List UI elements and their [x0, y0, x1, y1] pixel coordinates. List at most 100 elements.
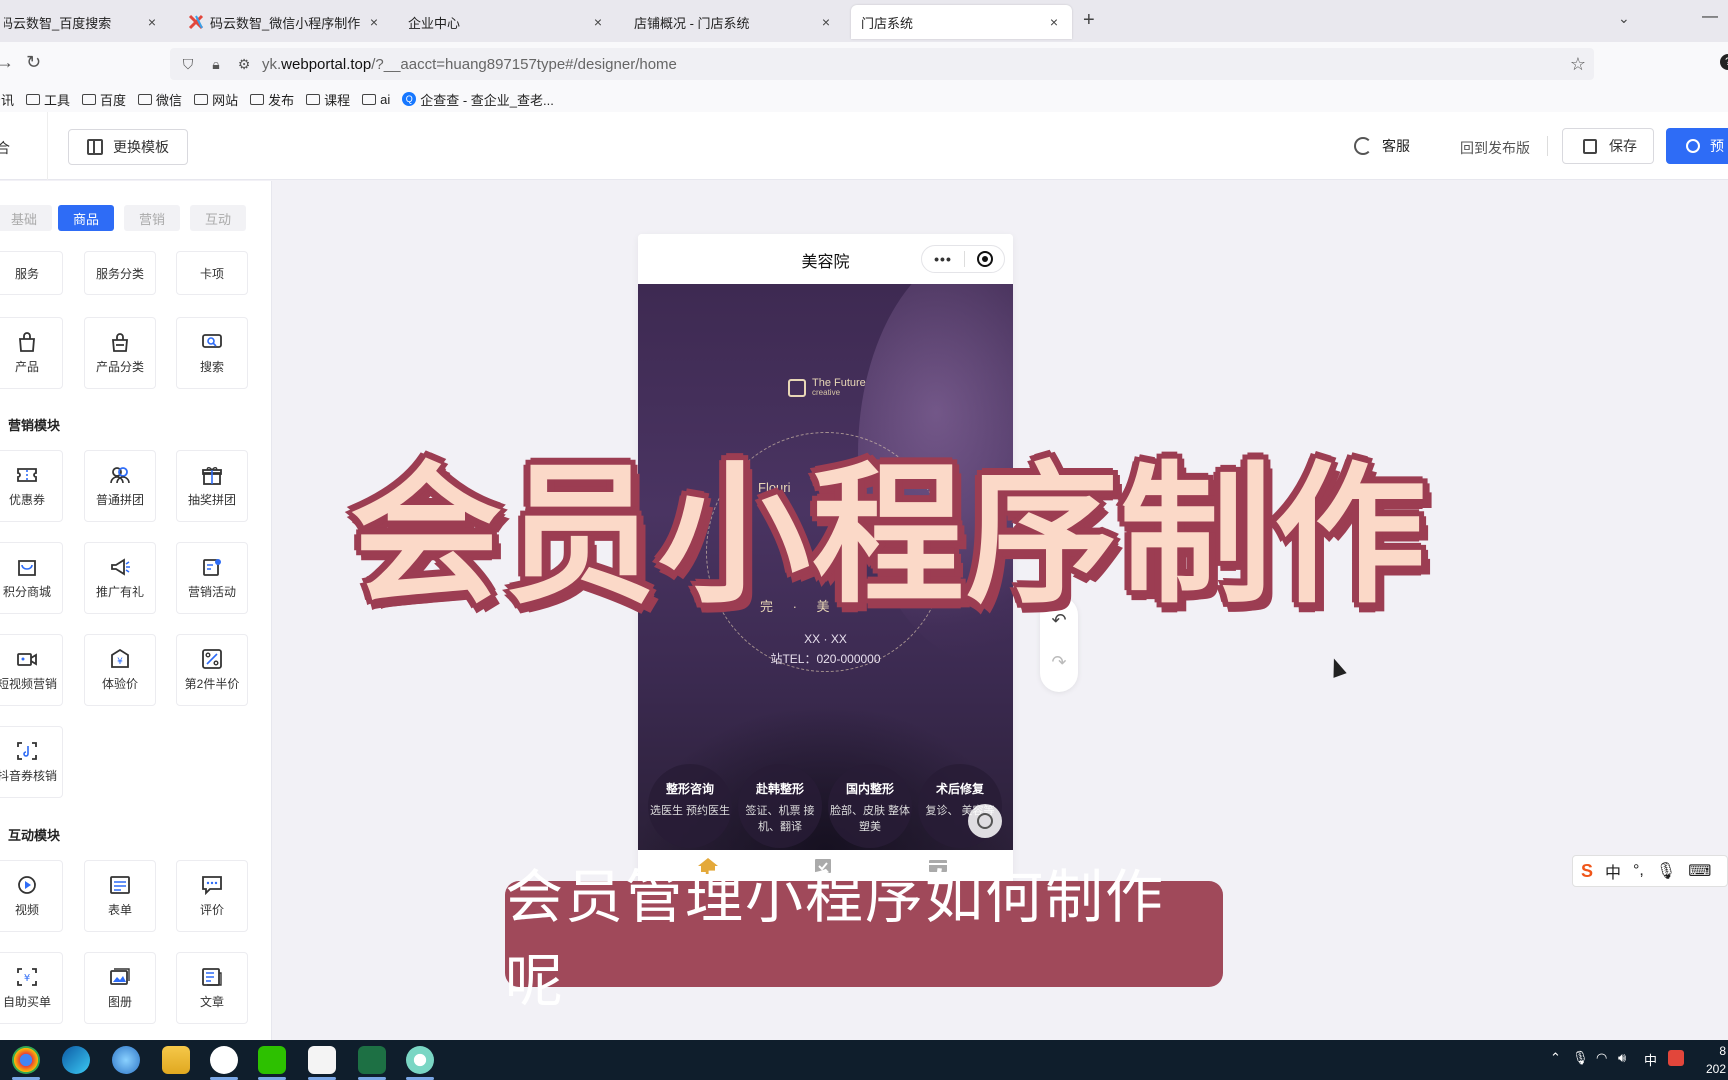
component-service[interactable]: 服务: [0, 251, 63, 295]
url-domain: webportal.top: [281, 55, 372, 73]
bookmark-wechat[interactable]: 微信: [138, 90, 182, 109]
miniapp-capsule[interactable]: •••: [921, 245, 1005, 273]
bookmark-star-icon[interactable]: ☆: [1570, 54, 1586, 75]
component-douyin-coupon[interactable]: 抖音券核销: [0, 726, 63, 798]
new-tab-button[interactable]: +: [1083, 9, 1095, 32]
designer-header: 合 更换模板 客服 回到发布版 保存 预: [0, 112, 1728, 180]
bookmark-baidu[interactable]: 百度: [82, 90, 126, 109]
link-icon: [977, 813, 993, 829]
permissions-icon[interactable]: ⚙︎: [234, 56, 254, 73]
component-self-checkout[interactable]: ¥ 自助买单: [0, 952, 63, 1024]
component-label: 视频: [14, 902, 39, 917]
wechat-icon[interactable]: [258, 1046, 286, 1074]
close-icon[interactable]: ×: [1046, 14, 1062, 30]
qq-icon[interactable]: [210, 1046, 238, 1074]
save-button[interactable]: 保存: [1562, 128, 1654, 164]
record-icon[interactable]: [977, 251, 993, 267]
video-editor-icon[interactable]: [308, 1046, 336, 1074]
component-lottery-group[interactable]: 抽奖拼团: [176, 450, 248, 522]
help-icon[interactable]: ?: [1720, 54, 1728, 70]
service-bubble-consult[interactable]: 整形咨询 选医生 预约医生: [648, 764, 732, 848]
component-label: 卡项: [199, 267, 224, 281]
close-icon[interactable]: ×: [366, 14, 382, 30]
microphone-icon[interactable]: 🎙︎: [1572, 1050, 1589, 1066]
component-service-category[interactable]: 服务分类: [84, 251, 156, 295]
windows-taskbar: ⌃ 🎙︎ ◠ 🔊︎ 中 8 202: [0, 1040, 1728, 1080]
close-icon[interactable]: ×: [590, 14, 606, 30]
ime-toolbar[interactable]: S 中 °, 🎙 ⌨: [1572, 855, 1728, 887]
tab-basic[interactable]: 基础: [0, 205, 52, 231]
keyboard-icon[interactable]: ⌨: [1688, 861, 1711, 881]
bookmark-tools[interactable]: 工具: [26, 90, 70, 109]
tab-enterprise-center[interactable]: 企业中心 ×: [398, 5, 616, 39]
bookmark-news[interactable]: 资讯: [0, 90, 14, 109]
microphone-icon[interactable]: 🎙: [1656, 861, 1676, 881]
clock-time: 8: [1719, 1044, 1727, 1058]
component-card[interactable]: 卡项: [176, 251, 248, 295]
ime-punctuation[interactable]: °,: [1633, 862, 1644, 880]
service-bubble-domestic[interactable]: 国内整形 脸部、皮肤 整体塑美: [828, 764, 912, 848]
floating-link-button[interactable]: [968, 804, 1002, 838]
tab-title: 店铺概况 - 门店系统: [634, 15, 750, 31]
component-product[interactable]: 产品: [0, 317, 63, 389]
sogou-tray-icon[interactable]: [1668, 1050, 1684, 1066]
tab-store-overview[interactable]: 店铺概况 - 门店系统 ×: [624, 5, 844, 39]
minimize-icon[interactable]: —: [1702, 8, 1718, 26]
chrome-icon[interactable]: [12, 1046, 40, 1074]
sogou-logo-icon[interactable]: S: [1581, 861, 1593, 882]
address-bar[interactable]: ⛉ 🔒︎ ⚙︎ yk.webportal.top/?__aacct=huang8…: [170, 48, 1594, 80]
system-clock[interactable]: 8 202: [1706, 1042, 1726, 1078]
change-template-button[interactable]: 更换模板: [68, 129, 188, 165]
component-referral-gift[interactable]: 推广有礼: [84, 542, 156, 614]
component-form[interactable]: 表单: [84, 860, 156, 932]
close-icon[interactable]: ×: [144, 14, 160, 30]
tab-baidu-search[interactable]: 码云数智_百度搜索 ×: [0, 5, 170, 39]
component-trial-price[interactable]: ¥ 体验价: [84, 634, 156, 706]
bookmark-courses[interactable]: 课程: [306, 90, 350, 109]
bubble-title: 整形咨询: [665, 782, 714, 796]
component-short-video-marketing[interactable]: 短视频营销: [0, 634, 63, 706]
tab-goods[interactable]: 商品: [58, 205, 114, 231]
redo-icon[interactable]: ↷: [1040, 652, 1078, 673]
bookmark-ai[interactable]: ai: [362, 92, 390, 107]
component-points-mall[interactable]: 积分商城: [0, 542, 63, 614]
component-product-category[interactable]: 产品分类: [84, 317, 156, 389]
ime-mode[interactable]: 中: [1605, 859, 1621, 883]
forward-icon[interactable]: →: [0, 52, 14, 73]
customer-service-button[interactable]: 客服: [1354, 136, 1410, 156]
bookmark-publish[interactable]: 发布: [250, 90, 294, 109]
tab-mayun-platform[interactable]: 码云数智_微信小程序制作平台_ ×: [178, 5, 392, 39]
bookmark-websites[interactable]: 网站: [194, 90, 238, 109]
tab-interaction[interactable]: 互动: [190, 205, 246, 231]
tray-ime-mode[interactable]: 中: [1644, 1050, 1657, 1069]
excel-icon[interactable]: [358, 1046, 386, 1074]
file-explorer-icon[interactable]: [162, 1046, 190, 1074]
back-to-published-button[interactable]: 回到发布版: [1460, 138, 1530, 158]
preview-button[interactable]: 预: [1666, 128, 1728, 164]
service-bubble-korea[interactable]: 赴韩整形 签证、机票 接机、翻译: [738, 764, 822, 848]
reload-icon[interactable]: ↻: [26, 52, 41, 73]
overlay-big-title: 会员小程序制作: [350, 447, 1428, 624]
wifi-icon[interactable]: ◠: [1596, 1050, 1607, 1066]
component-marketing-activity[interactable]: 营销活动: [176, 542, 248, 614]
bookmark-qichacha[interactable]: Q 企查查 - 查企业_查老...: [402, 90, 554, 109]
component-gallery[interactable]: 图册: [84, 952, 156, 1024]
component-search[interactable]: 搜索: [176, 317, 248, 389]
component-video[interactable]: 视频: [0, 860, 63, 932]
component-article[interactable]: 文章: [176, 952, 248, 1024]
component-coupon[interactable]: 优惠券: [0, 450, 63, 522]
component-group-buy[interactable]: 普通拼团: [84, 450, 156, 522]
edge-icon[interactable]: [62, 1046, 90, 1074]
component-review[interactable]: 评价: [176, 860, 248, 932]
flower-app-icon[interactable]: [406, 1046, 434, 1074]
component-second-half-price[interactable]: 第2件半价: [176, 634, 248, 706]
tab-store-system[interactable]: 门店系统 ×: [851, 5, 1072, 39]
tab-marketing[interactable]: 营销: [124, 205, 180, 231]
chevron-down-icon[interactable]: ⌄: [1618, 10, 1630, 27]
sogou-browser-icon[interactable]: [112, 1046, 140, 1074]
volume-icon[interactable]: 🔊︎: [1618, 1050, 1626, 1066]
clock-date: 202: [1706, 1062, 1727, 1076]
more-dots-icon[interactable]: •••: [922, 251, 964, 267]
close-icon[interactable]: ×: [818, 14, 834, 30]
tray-expand-icon[interactable]: ⌃: [1550, 1050, 1561, 1066]
